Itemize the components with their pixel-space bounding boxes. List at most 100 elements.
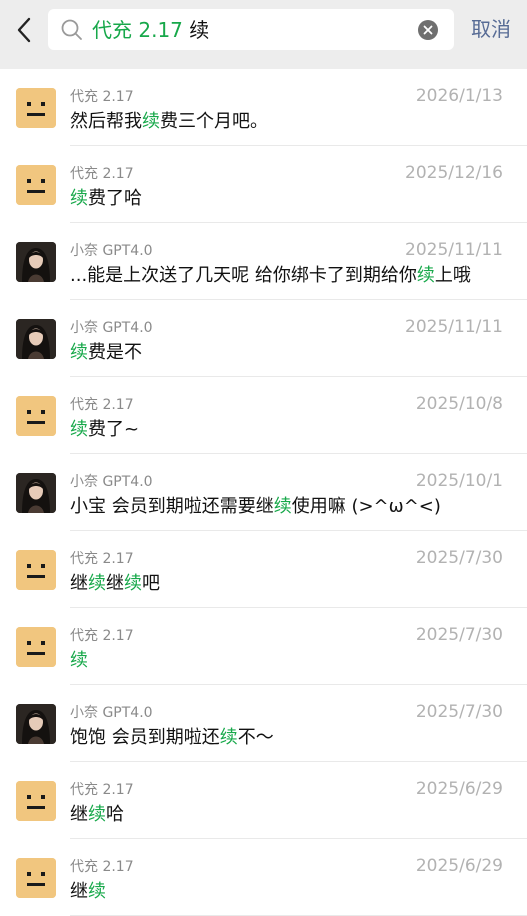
- message-snippet: 继续: [70, 880, 106, 904]
- avatar[interactable]: [16, 473, 56, 513]
- message-snippet: 继续继续吧: [70, 572, 160, 596]
- message-date: 2025/7/30: [415, 625, 503, 645]
- search-result-row[interactable]: 小奈 GPT4.0 2025/10/1 小宝 会员到期啦还需要继续使用嘛 (>^ω^…: [0, 454, 527, 531]
- message-snippet: 然后帮我续费三个月吧。: [70, 110, 268, 134]
- keyword-highlight: 续: [273, 496, 292, 517]
- message-text: ...能是上次送了几天呢 给你绑卡了到期给你: [70, 265, 417, 286]
- search-result-row[interactable]: 代充 2.17 2025/7/30 续: [0, 608, 527, 685]
- neutral-face-icon: [16, 88, 56, 128]
- search-result-row[interactable]: 代充 2.17 2026/1/13 然后帮我续费三个月吧。: [0, 69, 527, 146]
- message-snippet: 续费了~: [70, 418, 139, 442]
- message-snippet: 续: [70, 649, 88, 673]
- message-date: 2025/11/11: [405, 240, 503, 260]
- search-result-row[interactable]: 代充 2.17 2025/10/8 续费了~: [0, 377, 527, 454]
- back-button[interactable]: [10, 12, 38, 48]
- keyword-highlight: 续: [88, 804, 106, 825]
- keyword-highlight: 续: [70, 419, 88, 440]
- search-header: 代充 2.17 续 取消: [0, 0, 527, 69]
- avatar[interactable]: [16, 704, 56, 744]
- neutral-face-icon: [16, 781, 56, 821]
- search-result-row[interactable]: 代充 2.17 2025/6/29 继续: [0, 839, 527, 916]
- sender-name: 小奈 GPT4.0: [70, 474, 153, 490]
- message-text: 费是不: [88, 342, 142, 363]
- keyword-highlight: 续: [219, 727, 238, 748]
- search-result-row[interactable]: 小奈 GPT4.0 2025/11/11 续费是不: [0, 300, 527, 377]
- keyword-highlight: 续: [88, 881, 106, 902]
- profile-photo-icon: [16, 242, 56, 282]
- search-query-text: 续: [189, 18, 210, 42]
- search-results-list: 代充 2.17 2026/1/13 然后帮我续费三个月吧。 代充 2.17 2025/1…: [0, 69, 527, 916]
- profile-photo-icon: [16, 319, 56, 359]
- avatar[interactable]: [16, 319, 56, 359]
- message-date: 2025/12/16: [405, 163, 503, 183]
- message-snippet: 续费了哈: [70, 187, 142, 211]
- search-result-row[interactable]: 代充 2.17 2025/12/16 续费了哈: [0, 146, 527, 223]
- avatar[interactable]: [16, 627, 56, 667]
- message-text: 饱饱 会员到期啦还: [70, 727, 220, 748]
- keyword-highlight: 续: [70, 342, 88, 363]
- message-text: 费了哈: [88, 188, 142, 209]
- message-text: 不～: [237, 727, 274, 748]
- keyword-highlight: 续: [88, 573, 106, 594]
- message-text: 上哦: [434, 265, 471, 286]
- message-text: 吧: [142, 573, 160, 594]
- message-text: 使用嘛 (>^ω^<): [291, 496, 441, 517]
- avatar[interactable]: [16, 165, 56, 205]
- search-query[interactable]: 代充 2.17 续: [92, 16, 209, 44]
- keyword-highlight: 续: [142, 111, 160, 132]
- sender-name: 代充 2.17: [70, 397, 134, 413]
- search-result-row[interactable]: 小奈 GPT4.0 2025/7/30 饱饱 会员到期啦还续不～: [0, 685, 527, 762]
- neutral-face-icon: [16, 627, 56, 667]
- message-text: 哈: [106, 804, 124, 825]
- message-text: 费三个月吧。: [160, 111, 268, 132]
- avatar[interactable]: [16, 858, 56, 898]
- avatar[interactable]: [16, 242, 56, 282]
- message-text: 继: [70, 804, 88, 825]
- sender-name: 代充 2.17: [70, 551, 134, 567]
- message-date: 2026/1/13: [415, 86, 503, 106]
- message-date: 2025/7/30: [415, 548, 503, 568]
- message-date: 2025/6/29: [415, 856, 503, 876]
- message-snippet: 继续哈: [70, 803, 124, 827]
- search-result-row[interactable]: 小奈 GPT4.0 2025/11/11 ...能是上次送了几天呢 给你绑卡了到期给…: [0, 223, 527, 300]
- sender-name: 代充 2.17: [70, 782, 134, 798]
- sender-name: 小奈 GPT4.0: [70, 705, 153, 721]
- message-date: 2025/6/29: [415, 779, 503, 799]
- message-date: 2025/7/30: [415, 702, 503, 722]
- sender-name: 代充 2.17: [70, 628, 134, 644]
- message-text: 继: [70, 881, 88, 902]
- avatar[interactable]: [16, 396, 56, 436]
- message-date: 2025/11/11: [405, 317, 503, 337]
- sender-name: 代充 2.17: [70, 89, 134, 105]
- sender-name: 小奈 GPT4.0: [70, 320, 153, 336]
- search-result-row[interactable]: 代充 2.17 2025/6/29 继续哈: [0, 762, 527, 839]
- sender-name: 小奈 GPT4.0: [70, 243, 153, 259]
- sender-name: 代充 2.17: [70, 166, 134, 182]
- clear-icon[interactable]: [418, 20, 438, 40]
- neutral-face-icon: [16, 550, 56, 590]
- message-text: 然后帮我: [70, 111, 142, 132]
- neutral-face-icon: [16, 858, 56, 898]
- avatar[interactable]: [16, 88, 56, 128]
- keyword-highlight: 续: [70, 188, 88, 209]
- search-result-row[interactable]: 代充 2.17 2025/7/30 继续继续吧: [0, 531, 527, 608]
- sender-name: 代充 2.17: [70, 859, 134, 875]
- message-date: 2025/10/1: [415, 471, 503, 491]
- cancel-button[interactable]: 取消: [471, 14, 511, 44]
- keyword-highlight: 续: [416, 265, 435, 286]
- message-snippet: 饱饱 会员到期啦还续不～: [70, 726, 274, 750]
- chevron-left-icon: [17, 17, 31, 43]
- avatar[interactable]: [16, 781, 56, 821]
- search-input[interactable]: 代充 2.17 续: [48, 9, 454, 50]
- search-keyword-prefix: 代充 2.17: [92, 18, 183, 42]
- profile-photo-icon: [16, 704, 56, 744]
- message-snippet: 续费是不: [70, 341, 142, 365]
- profile-photo-icon: [16, 473, 56, 513]
- message-snippet: ...能是上次送了几天呢 给你绑卡了到期给你续上哦: [70, 264, 471, 288]
- search-icon: [61, 19, 82, 40]
- message-text: 小宝 会员到期啦还需要继: [70, 496, 274, 517]
- message-text: 费了~: [88, 419, 140, 440]
- neutral-face-icon: [16, 165, 56, 205]
- avatar[interactable]: [16, 550, 56, 590]
- message-text: 继: [70, 573, 88, 594]
